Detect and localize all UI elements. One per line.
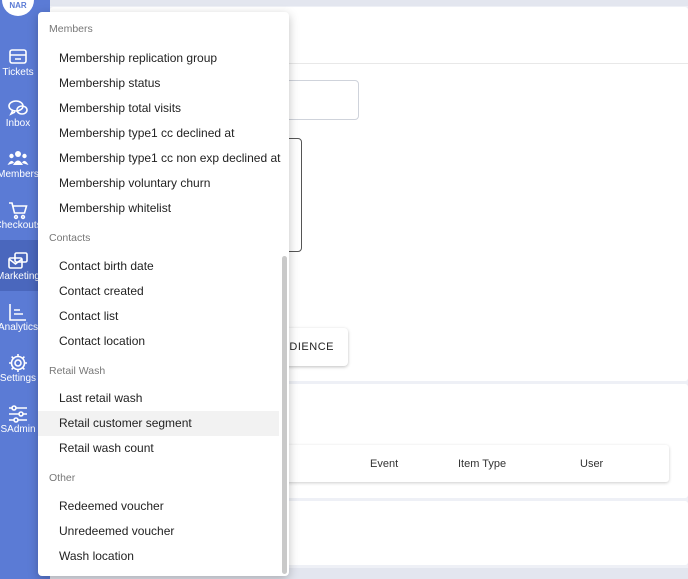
option-contact-created[interactable]: Contact created bbox=[38, 279, 279, 304]
table-header: Event Item Type User bbox=[250, 445, 669, 482]
group-header-other: Other bbox=[49, 472, 76, 484]
option-contact-location[interactable]: Contact location bbox=[38, 329, 279, 354]
option-wash-location[interactable]: Wash location bbox=[38, 544, 279, 569]
column-header-event: Event bbox=[370, 458, 399, 470]
members-icon bbox=[7, 151, 29, 165]
top-bar bbox=[50, 0, 688, 6]
group-header-members: Members bbox=[49, 23, 93, 35]
sliders-icon bbox=[9, 405, 27, 423]
option-membership-whitelist[interactable]: Membership whitelist bbox=[38, 196, 279, 221]
cart-icon bbox=[9, 202, 28, 220]
group-header-contacts: Contacts bbox=[49, 232, 91, 244]
option-membership-type1-cc-declined-at[interactable]: Membership type1 cc declined at bbox=[38, 121, 279, 146]
option-membership-status[interactable]: Membership status bbox=[38, 71, 279, 96]
option-retail-customer-segment[interactable]: Retail customer segment bbox=[38, 411, 279, 436]
column-header-item-type: Item Type bbox=[458, 458, 507, 470]
scrollbar-thumb[interactable] bbox=[282, 256, 287, 574]
option-membership-replication-group[interactable]: Membership replication group bbox=[38, 46, 279, 71]
option-redeemed-voucher[interactable]: Redeemed voucher bbox=[38, 494, 279, 519]
analytics-icon bbox=[9, 304, 26, 321]
chat-icon bbox=[8, 100, 28, 116]
option-membership-type1-cc-non-exp-declined-at[interactable]: Membership type1 cc non exp declined at bbox=[38, 146, 280, 171]
logo: NAR bbox=[2, 0, 34, 16]
marketing-icon bbox=[8, 252, 28, 269]
option-membership-voluntary-churn[interactable]: Membership voluntary churn bbox=[38, 171, 279, 196]
audience-button-label: UDIENCE bbox=[280, 341, 334, 353]
option-unredeemed-voucher[interactable]: Unredeemed voucher bbox=[38, 519, 279, 544]
column-header-user: User bbox=[580, 458, 604, 470]
gear-icon bbox=[9, 354, 27, 372]
attribute-dropdown-menu[interactable]: Members Membership replication group Mem… bbox=[38, 12, 289, 576]
option-last-retail-wash[interactable]: Last retail wash bbox=[38, 386, 279, 411]
option-retail-wash-count[interactable]: Retail wash count bbox=[38, 436, 279, 461]
group-header-retail-wash: Retail Wash bbox=[49, 365, 106, 377]
ticket-icon bbox=[9, 49, 27, 64]
option-contact-birth-date[interactable]: Contact birth date bbox=[38, 254, 279, 279]
option-membership-total-visits[interactable]: Membership total visits bbox=[38, 96, 279, 121]
option-contact-list[interactable]: Contact list bbox=[38, 304, 279, 329]
